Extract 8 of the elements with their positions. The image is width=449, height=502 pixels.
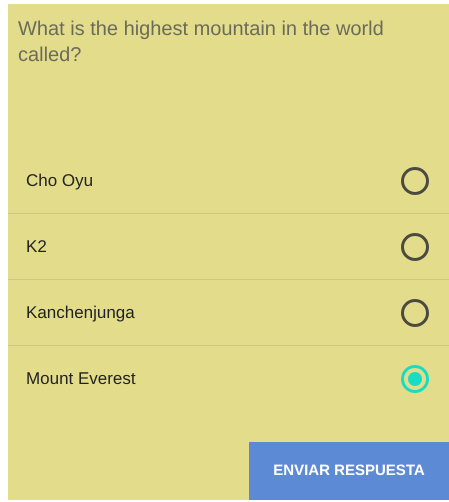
radio-button[interactable] [401,298,429,326]
option-label[interactable]: Kanchenjunga [26,300,135,326]
question-text: What is the highest mountain in the world called? [17,17,385,68]
option-label[interactable]: Mount Everest [26,366,136,392]
radio-button[interactable] [401,232,429,260]
radio-button[interactable] [401,166,429,194]
option-label[interactable]: K2 [26,234,47,260]
option-label[interactable]: Cho Oyu [26,168,94,194]
